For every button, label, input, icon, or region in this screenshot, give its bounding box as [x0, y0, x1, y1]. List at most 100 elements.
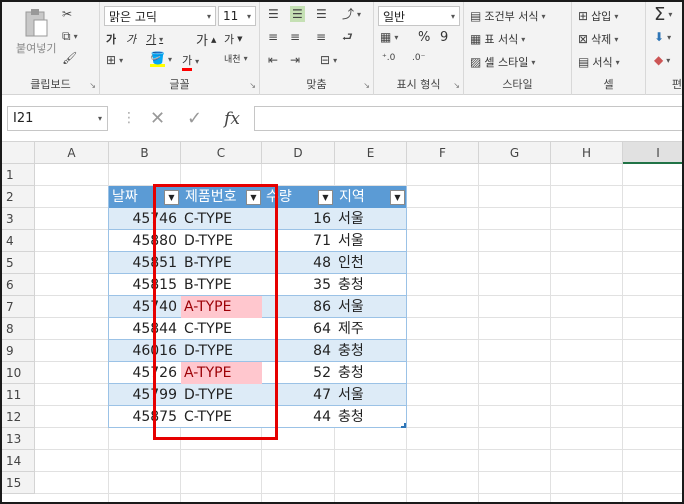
column-header-d[interactable]: D: [262, 142, 335, 164]
row-header-7[interactable]: 7: [2, 296, 35, 318]
border-button[interactable]: ⊞ ▾: [106, 54, 123, 66]
font-size-select[interactable]: 11 ▾: [218, 6, 256, 26]
conditional-format-button[interactable]: ▤ 조건부 서식 ▾: [470, 8, 545, 24]
font-launcher-icon[interactable]: ↘: [249, 81, 256, 90]
region-cell[interactable]: 충청: [338, 274, 406, 296]
number-launcher-icon[interactable]: ↘: [453, 81, 460, 90]
phonetic-button[interactable]: 내천 ▾: [224, 52, 248, 65]
cancel-icon[interactable]: ✕: [150, 108, 165, 129]
row-header-6[interactable]: 6: [2, 274, 35, 296]
row-header-10[interactable]: 10: [2, 362, 35, 384]
row-header-14[interactable]: 14: [2, 450, 35, 472]
paste-button[interactable]: 붙여넣기: [16, 8, 56, 56]
insert-button[interactable]: ⊞ 삽입 ▾: [578, 8, 618, 24]
font-name-value: 맑은 고딕: [109, 9, 157, 24]
merge-center-button[interactable]: ⊟ ▾: [320, 54, 337, 66]
shrink-font-button[interactable]: 가 ▼: [224, 31, 243, 47]
align-right-button[interactable]: ≡: [316, 31, 326, 43]
copy-icon: ⧉: [62, 29, 71, 43]
align-top-button[interactable]: ☰: [268, 8, 279, 20]
orientation-icon: ⤴: [342, 7, 355, 21]
region-cell[interactable]: 서울: [338, 296, 406, 318]
column-header-e[interactable]: E: [335, 142, 407, 164]
column-header-i[interactable]: I: [623, 142, 682, 164]
row-header-9[interactable]: 9: [2, 340, 35, 362]
region-cell[interactable]: 서울: [338, 230, 406, 252]
format-painter-button[interactable]: 🖌: [62, 52, 77, 64]
enter-icon[interactable]: ✓: [187, 108, 202, 129]
insert-icon: ⊞: [578, 9, 589, 23]
accounting-button[interactable]: ▦ ▾: [380, 31, 398, 43]
italic-button[interactable]: 가: [126, 31, 136, 47]
row-header-13[interactable]: 13: [2, 428, 35, 450]
fill-color-button[interactable]: 🪣 ▾: [150, 52, 172, 67]
delete-button[interactable]: ⊠ 삭제 ▾: [578, 31, 618, 47]
column-header-c[interactable]: C: [181, 142, 262, 164]
percent-button[interactable]: %: [418, 30, 430, 45]
comma-button[interactable]: 9: [440, 30, 448, 45]
region-cell[interactable]: 인천: [338, 252, 406, 274]
fill-down-icon: ⬇: [654, 30, 665, 44]
grow-font-button[interactable]: 가 ▲: [196, 30, 216, 49]
bold-button[interactable]: 가: [106, 31, 116, 47]
align-left-button[interactable]: ≡: [268, 31, 278, 43]
region-cell[interactable]: 충청: [338, 406, 406, 428]
row-header-5[interactable]: 5: [2, 252, 35, 274]
row-header-2[interactable]: 2: [2, 186, 35, 208]
ribbon: 붙여넣기 ✂ ⧉ ▾ 🖌 클립보드 ↘ 맑은 고딕 ▾ 11 ▾ 가 가 가 ▾ 가 ▲ …: [2, 2, 682, 95]
align-center-button[interactable]: ≡: [290, 31, 300, 43]
fill-button[interactable]: ⬇ ▾: [654, 31, 671, 43]
column-header-g[interactable]: G: [479, 142, 551, 164]
autosum-button[interactable]: Σ ▾: [654, 4, 672, 25]
align-middle-button[interactable]: ☰: [290, 6, 305, 22]
region-cell[interactable]: 충청: [338, 362, 406, 384]
copy-button[interactable]: ⧉ ▾: [62, 30, 78, 42]
row-header-4[interactable]: 4: [2, 230, 35, 252]
region-cell[interactable]: 서울: [338, 208, 406, 230]
formula-input[interactable]: [254, 106, 682, 131]
select-all-corner[interactable]: [2, 142, 35, 164]
font-color-button[interactable]: 가 ▾: [182, 52, 199, 71]
row-header-12[interactable]: 12: [2, 406, 35, 428]
cell-styles-button[interactable]: ▨ 셀 스타일 ▾: [470, 54, 535, 70]
alignment-launcher-icon[interactable]: ↘: [363, 81, 370, 90]
underline-button[interactable]: 가 ▾: [146, 31, 163, 47]
increase-decimal-button[interactable]: ⁺.0: [382, 54, 395, 63]
number-format-select[interactable]: 일반 ▾: [378, 6, 460, 26]
cut-button[interactable]: ✂: [62, 8, 72, 20]
row-header-15[interactable]: 15: [2, 472, 35, 494]
row-header-11[interactable]: 11: [2, 384, 35, 406]
row-header-8[interactable]: 8: [2, 318, 35, 340]
region-cell[interactable]: 제주: [338, 318, 406, 340]
filter-dropdown-button[interactable]: ▼: [318, 190, 333, 205]
brush-icon: 🖌: [62, 51, 78, 65]
format-as-table-button[interactable]: ▦ 표 서식 ▾: [470, 31, 525, 47]
align-bottom-button[interactable]: ☰: [316, 8, 327, 20]
format-button[interactable]: ▤ 서식 ▾: [578, 54, 620, 70]
insert-function-button[interactable]: fx: [224, 109, 240, 129]
chevron-down-icon: ▾: [246, 11, 251, 21]
column-header-b[interactable]: B: [109, 142, 181, 164]
increase-indent-button[interactable]: ⇥: [290, 54, 300, 66]
decrease-indent-button[interactable]: ⇤: [268, 54, 278, 66]
clipboard-launcher-icon[interactable]: ↘: [89, 81, 96, 90]
region-cell[interactable]: 서울: [338, 384, 406, 406]
column-header-f[interactable]: F: [407, 142, 479, 164]
table-resize-handle[interactable]: [401, 423, 406, 428]
region-cell[interactable]: 충청: [338, 340, 406, 362]
column-gridline: [622, 164, 623, 502]
name-box[interactable]: I21 ▾: [7, 106, 108, 131]
font-name-select[interactable]: 맑은 고딕 ▾: [104, 6, 216, 26]
orientation-button[interactable]: ⤴ ▾: [342, 8, 361, 20]
wrap-text-button[interactable]: ⮐: [342, 31, 353, 43]
filter-dropdown-button[interactable]: ▼: [390, 190, 405, 205]
cells-group-label: 셀: [603, 78, 614, 91]
row-header-1[interactable]: 1: [2, 164, 35, 186]
worksheet-grid[interactable]: A B C D E F G H I 1 2 3 4 5 6 7 8 9 10 11 12 13 14 15 날짜 ▼ 제품번호 ▼ 수량…: [2, 142, 682, 502]
table-right-border: [406, 186, 407, 428]
clear-button[interactable]: ◆ ▾: [654, 54, 670, 66]
column-header-a[interactable]: A: [35, 142, 109, 164]
row-header-3[interactable]: 3: [2, 208, 35, 230]
decrease-decimal-button[interactable]: .0⁻: [412, 54, 425, 63]
column-header-h[interactable]: H: [551, 142, 623, 164]
